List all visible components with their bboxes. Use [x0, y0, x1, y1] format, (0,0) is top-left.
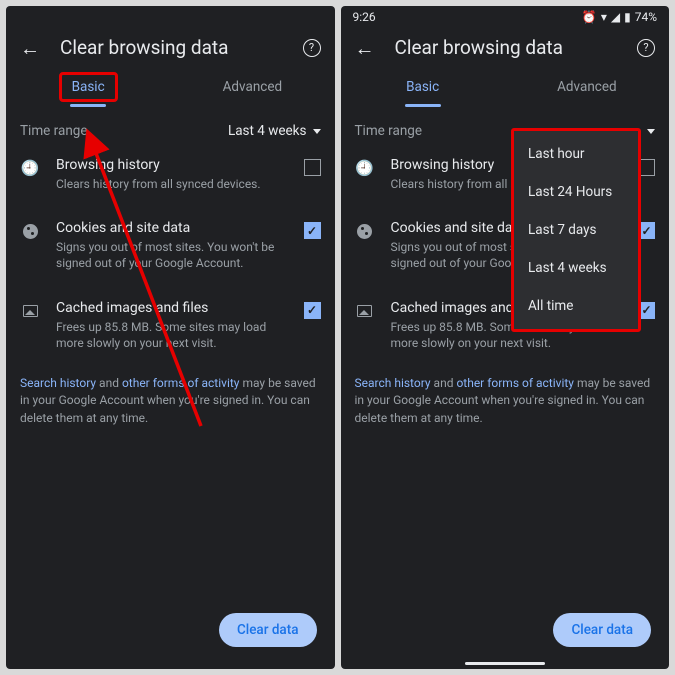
link-search-history[interactable]: Search history: [355, 376, 431, 390]
time-range-dropdown: Last hour Last 24 Hours Last 7 days Last…: [511, 128, 641, 332]
status-time: 9:26: [353, 10, 376, 24]
app-header: ← Clear browsing data ?: [341, 28, 670, 69]
option-last-24-hours[interactable]: Last 24 Hours: [514, 173, 638, 211]
tab-advanced[interactable]: Advanced: [505, 69, 669, 107]
alarm-icon: ⏰: [582, 10, 597, 24]
chevron-down-icon: [647, 129, 655, 134]
option-last-4-weeks[interactable]: Last 4 weeks: [514, 249, 638, 287]
clock-icon: 🕘: [355, 158, 375, 178]
image-icon: [355, 301, 375, 321]
help-icon[interactable]: ?: [303, 39, 321, 57]
screenshot-left: ← Clear browsing data ? Basic Advanced T…: [6, 6, 335, 669]
clear-data-button[interactable]: Clear data: [219, 613, 317, 647]
status-icons: ⏰▾◢▮74%: [582, 10, 657, 24]
chevron-down-icon: [313, 129, 321, 134]
checkbox-history[interactable]: [304, 159, 321, 176]
back-icon[interactable]: ←: [355, 38, 375, 58]
option-last-hour[interactable]: Last hour: [514, 135, 638, 173]
clock-icon: 🕘: [20, 158, 40, 178]
image-icon: [20, 301, 40, 321]
tab-advanced[interactable]: Advanced: [170, 69, 334, 107]
tabs: Basic Advanced: [341, 69, 670, 107]
checkbox-cookies[interactable]: ✓: [304, 222, 321, 239]
status-bar: 9:26 ⏰▾◢▮74%: [341, 6, 670, 28]
page-title: Clear browsing data: [395, 36, 618, 59]
time-range-label: Time range: [20, 123, 88, 139]
tab-basic[interactable]: Basic: [341, 69, 505, 107]
item-history[interactable]: 🕘 Browsing historyClears history from al…: [6, 143, 335, 206]
tab-basic[interactable]: Basic: [6, 69, 170, 107]
item-cache[interactable]: Cached images and filesFrees up 85.8 MB.…: [6, 286, 335, 365]
screenshot-right: 9:26 ⏰▾◢▮74% ← Clear browsing data ? Bas…: [341, 6, 670, 669]
link-search-history[interactable]: Search history: [20, 376, 96, 390]
option-all-time[interactable]: All time: [514, 287, 638, 325]
help-icon[interactable]: ?: [637, 39, 655, 57]
cookie-icon: [20, 221, 40, 241]
checkbox-cache[interactable]: ✓: [304, 302, 321, 319]
link-other-activity[interactable]: other forms of activity: [456, 376, 574, 390]
app-header: ← Clear browsing data ?: [6, 28, 335, 69]
wifi-icon: ▾: [601, 10, 607, 24]
footer-note: Search history and other forms of activi…: [341, 365, 670, 437]
back-icon[interactable]: ←: [20, 38, 40, 58]
signal-icon: ◢: [611, 10, 620, 24]
page-title: Clear browsing data: [60, 36, 283, 59]
option-last-7-days[interactable]: Last 7 days: [514, 211, 638, 249]
item-cookies[interactable]: Cookies and site dataSigns you out of mo…: [6, 206, 335, 285]
battery-icon: ▮: [624, 10, 631, 24]
clear-data-button[interactable]: Clear data: [553, 613, 651, 647]
status-bar: [6, 6, 335, 28]
gesture-bar: [465, 662, 545, 665]
time-range-value[interactable]: Last 4 weeks: [228, 123, 321, 139]
footer-note: Search history and other forms of activi…: [6, 365, 335, 437]
tabs: Basic Advanced: [6, 69, 335, 107]
time-range-row[interactable]: Time range Last 4 weeks: [6, 107, 335, 143]
time-range-label: Time range: [355, 123, 423, 139]
link-other-activity[interactable]: other forms of activity: [122, 376, 240, 390]
cookie-icon: [355, 221, 375, 241]
